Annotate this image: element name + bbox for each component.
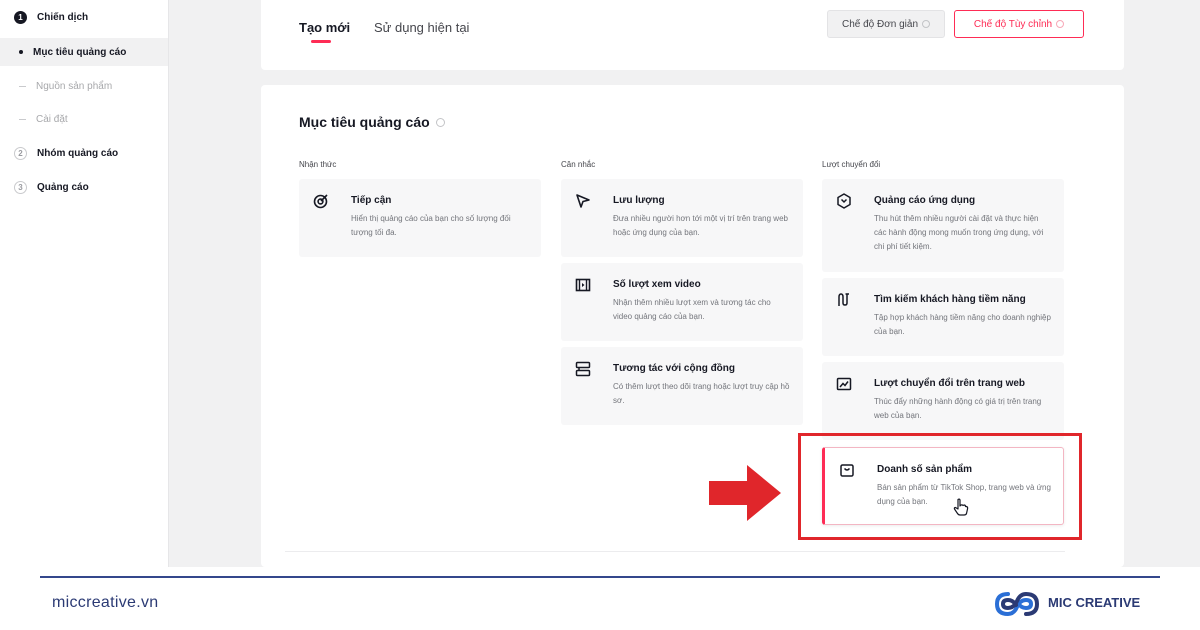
objective-traffic[interactable]: Lưu lượng Đưa nhiều người hơn tới một vị… [561,179,803,257]
sidebar-step-ad[interactable]: 3 Quảng cáo [14,181,89,194]
community-icon [575,361,591,377]
footer-brand-name: MIC CREATIVE [1048,595,1141,610]
objective-title: Lưu lượng [613,195,665,206]
objective-title: Quảng cáo ứng dụng [874,195,976,206]
sidebar-item-label: Nguồn sản phẩm [36,80,113,92]
column-label-conversion: Lượt chuyển đổi [822,160,881,169]
sidebar-item-settings[interactable]: Cài đặt [0,105,168,133]
objective-web-conversions[interactable]: Lượt chuyển đổi trên trang web Thúc đẩy … [822,362,1064,440]
objective-description: Tập hợp khách hàng tiềm năng cho doanh n… [874,313,1051,336]
column-label-consideration: Cân nhắc [561,160,596,169]
funnel-icon [836,292,852,308]
mic-creative-logo-icon [994,591,1040,617]
objective-description: Nhận thêm nhiều lượt xem và tương tác ch… [613,298,771,321]
sidebar-step-label: Nhóm quảng cáo [37,148,119,159]
bullet-icon [19,50,23,54]
step-number: 1 [14,11,27,24]
simple-mode-button[interactable]: Chế độ Đơn giản [827,10,945,38]
target-icon [313,193,329,209]
divider [285,551,1065,552]
sidebar-item-label: Cài đặt [36,113,68,125]
objective-title: Tìm kiếm khách hàng tiềm năng [874,294,1026,305]
objective-description: Có thêm lượt theo dõi trang hoặc lượt tr… [613,382,790,405]
highlight-box [798,433,1082,540]
help-icon[interactable] [435,117,445,127]
chart-icon [836,376,852,392]
step-number: 2 [14,147,27,160]
objective-description: Hiển thị quảng cáo của bạn cho số lượng … [351,214,511,237]
sidebar-step-label: Quảng cáo [37,182,89,193]
objective-title: Tiếp cận [351,195,392,206]
objective-description: Đưa nhiều người hơn tới một vị trí trên … [613,214,788,237]
objective-video-views[interactable]: Số lượt xem video Nhận thêm nhiều lượt x… [561,263,803,341]
objective-description: Thúc đẩy những hành động có giá trị trên… [874,397,1042,420]
hand-cursor-icon [953,498,969,516]
mode-label: Chế độ Đơn giản [841,18,919,30]
objective-title: Lượt chuyển đổi trên trang web [874,378,1026,389]
section-title: Mục tiêu quảng cáo [299,114,445,130]
objective-app-promotion[interactable]: Quảng cáo ứng dụng Thu hút thêm nhiều ng… [822,179,1064,272]
sidebar: 1 Chiến dịch Mục tiêu quảng cáo Nguồn sả… [0,0,169,567]
red-arrow-icon [709,465,781,521]
objective-community-interaction[interactable]: Tương tác với cộng đồng Có thêm lượt the… [561,347,803,425]
sidebar-item-product-source[interactable]: Nguồn sản phẩm [0,72,168,100]
active-tab-indicator [311,40,331,43]
objective-title: Số lượt xem video [613,279,701,290]
sidebar-step-ad-group[interactable]: 2 Nhóm quảng cáo [14,147,118,160]
sidebar-step-label: Chiến dịch [37,12,89,23]
section-title-text: Mục tiêu quảng cáo [299,114,430,130]
sidebar-item-label: Mục tiêu quảng cáo [33,46,127,58]
tab-use-existing[interactable]: Sử dụng hiện tại [374,20,469,35]
objective-description: Thu hút thêm nhiều người cài đặt và thực… [874,214,1044,251]
campaign-header-card: Tạo mới Sử dụng hiện tại Chế độ Đơn giản… [261,0,1124,70]
objective-title: Tương tác với cộng đồng [613,363,736,374]
footer-divider [40,576,1160,578]
column-label-awareness: Nhận thức [299,160,337,169]
dash-icon [19,85,26,87]
app-screen: 1 Chiến dịch Mục tiêu quảng cáo Nguồn sả… [0,0,1200,567]
footer-website[interactable]: miccreative.vn [52,594,158,612]
cursor-arrow-icon [575,193,591,209]
dash-icon [19,118,26,120]
sidebar-item-ad-objective[interactable]: Mục tiêu quảng cáo [0,38,168,66]
objective-reach[interactable]: Tiếp cận Hiển thị quảng cáo của bạn cho … [299,179,541,257]
step-number: 3 [14,181,27,194]
custom-mode-button[interactable]: Chế độ Tùy chỉnh [954,10,1084,38]
mode-label: Chế độ Tùy chỉnh [973,18,1053,30]
video-icon [575,277,591,293]
tab-create-new[interactable]: Tạo mới [299,20,350,35]
help-icon[interactable] [1056,20,1065,28]
app-icon [836,193,852,209]
help-icon[interactable] [922,20,931,28]
sidebar-step-campaign[interactable]: 1 Chiến dịch [14,11,88,24]
objective-lead-generation[interactable]: Tìm kiếm khách hàng tiềm năng Tập hợp kh… [822,278,1064,356]
